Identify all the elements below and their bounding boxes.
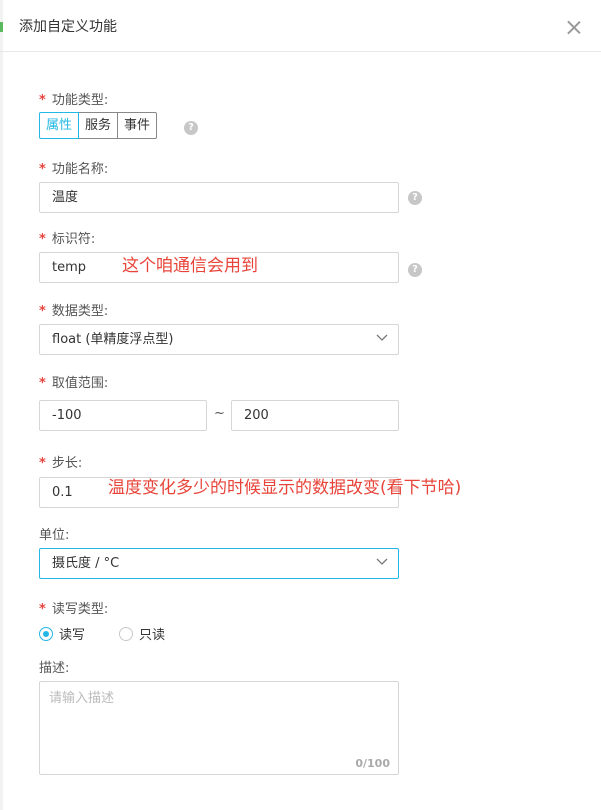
dialog-header: 添加自定义功能 bbox=[0, 0, 601, 52]
function-type-option-event[interactable]: 事件 bbox=[118, 112, 158, 139]
data-type-select[interactable]: float (单精度浮点型) bbox=[39, 324, 399, 355]
description-counter: 0/100 bbox=[355, 757, 390, 770]
range-min-input[interactable]: -100 bbox=[39, 400, 207, 431]
unit-label: 单位: bbox=[39, 528, 70, 543]
required-mark: * bbox=[39, 93, 46, 108]
identifier-label: * 标识符: bbox=[39, 232, 96, 247]
identifier-annotation: 这个咱通信会用到 bbox=[122, 256, 258, 276]
description-label: 描述: bbox=[39, 661, 70, 676]
required-mark: * bbox=[39, 376, 46, 391]
help-icon[interactable]: ? bbox=[408, 191, 422, 205]
unit-value: 摄氏度 / °C bbox=[52, 556, 120, 571]
required-mark: * bbox=[39, 304, 46, 319]
rw-option-readonly[interactable]: 只读 bbox=[119, 624, 165, 643]
function-type-segmented: 属性 服务 事件 bbox=[39, 112, 158, 139]
close-icon[interactable] bbox=[566, 20, 582, 36]
required-mark: * bbox=[39, 232, 46, 247]
range-separator: ~ bbox=[214, 406, 225, 421]
help-icon[interactable]: ? bbox=[408, 263, 422, 277]
dialog-title: 添加自定义功能 bbox=[19, 19, 117, 35]
chevron-down-icon bbox=[376, 558, 388, 565]
function-name-label: * 功能名称: bbox=[39, 162, 109, 177]
chevron-down-icon bbox=[376, 334, 388, 341]
description-placeholder: 请输入描述 bbox=[49, 691, 115, 706]
data-type-label: * 数据类型: bbox=[39, 304, 109, 319]
unit-select[interactable]: 摄氏度 / °C bbox=[39, 548, 399, 579]
radio-checked-icon bbox=[39, 626, 53, 641]
function-type-option-property[interactable]: 属性 bbox=[39, 112, 80, 139]
rw-option-readwrite[interactable]: 读写 bbox=[39, 624, 85, 643]
background-strip bbox=[0, 0, 3, 810]
required-mark: * bbox=[39, 162, 46, 177]
required-mark: * bbox=[39, 602, 46, 617]
function-type-option-service[interactable]: 服务 bbox=[79, 112, 119, 139]
function-name-input[interactable]: 温度 bbox=[39, 182, 399, 213]
step-annotation: 温度变化多少的时候显示的数据改变(看下节哈) bbox=[108, 478, 462, 498]
radio-unchecked-icon bbox=[119, 626, 133, 641]
value-range-label: * 取值范围: bbox=[39, 376, 109, 391]
data-type-value: float (单精度浮点型) bbox=[52, 332, 174, 347]
help-icon[interactable]: ? bbox=[184, 121, 198, 135]
function-type-label: * 功能类型: bbox=[39, 93, 109, 108]
range-max-input[interactable]: 200 bbox=[231, 400, 399, 431]
required-mark: * bbox=[39, 456, 46, 471]
step-label: * 步长: bbox=[39, 456, 83, 471]
description-textarea[interactable]: 请输入描述 0/100 bbox=[39, 681, 399, 775]
rw-type-label: * 读写类型: bbox=[39, 602, 109, 617]
